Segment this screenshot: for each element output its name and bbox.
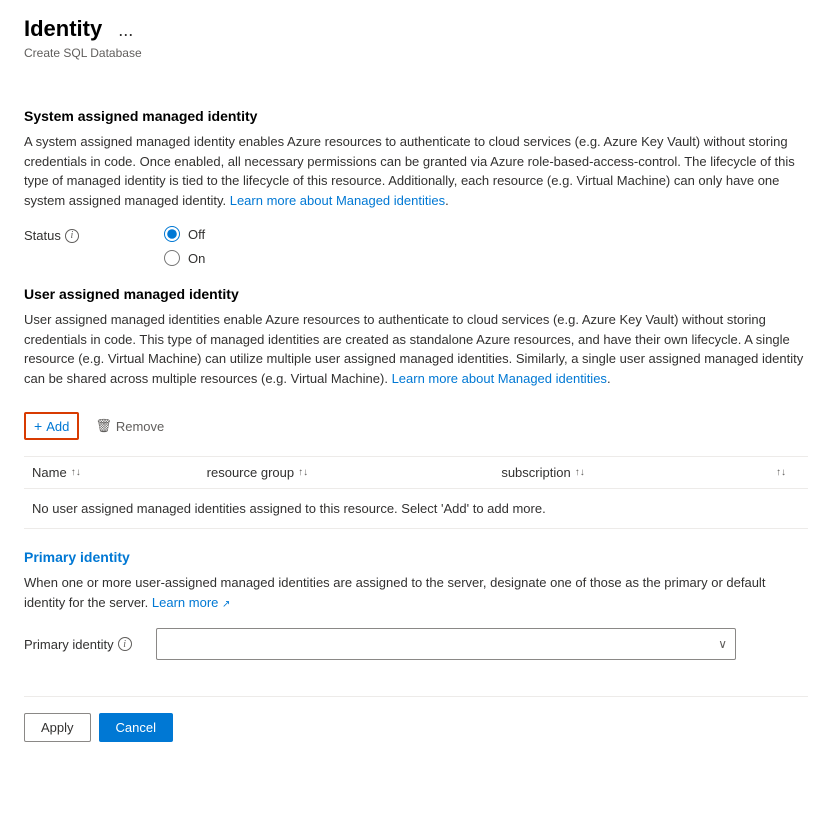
user-assigned-description: User assigned managed identities enable … xyxy=(24,310,808,388)
user-assigned-table: Name ↑↓ resource group ↑↓ subscription ↑… xyxy=(24,456,808,529)
remove-button[interactable]: 🗑 Remove xyxy=(87,414,172,438)
table-empty-message: No user assigned managed identities assi… xyxy=(24,489,808,528)
action-bar: + Add 🗑 Remove xyxy=(24,404,808,448)
page-subtitle: Create SQL Database xyxy=(24,46,808,60)
table-header-name[interactable]: Name ↑↓ xyxy=(24,465,199,480)
table-header-name-label: Name xyxy=(32,465,67,480)
radio-on-option[interactable]: On xyxy=(164,250,205,266)
add-button[interactable]: + Add xyxy=(24,412,79,440)
primary-identity-info-icon[interactable]: i xyxy=(118,637,132,651)
table-header-sub-label: subscription xyxy=(501,465,570,480)
page-title: Identity xyxy=(24,16,102,42)
user-assigned-learn-more-link[interactable]: Learn more about Managed identities xyxy=(392,371,607,386)
primary-identity-title: Primary identity xyxy=(24,549,808,565)
sort-sub-icon: ↑↓ xyxy=(575,467,585,478)
system-assigned-description: A system assigned managed identity enabl… xyxy=(24,132,808,210)
add-icon: + xyxy=(34,418,42,434)
primary-identity-section: Primary identity When one or more user-a… xyxy=(24,549,808,660)
system-assigned-learn-more-link[interactable]: Learn more about Managed identities xyxy=(230,193,445,208)
system-assigned-section: System assigned managed identity A syste… xyxy=(24,108,808,266)
footer-divider xyxy=(24,696,808,697)
add-label: Add xyxy=(46,419,69,434)
cancel-button[interactable]: Cancel xyxy=(99,713,173,742)
primary-identity-dropdown[interactable]: ∨ xyxy=(156,628,736,660)
remove-icon: 🗑 xyxy=(95,418,112,434)
table-header-sub[interactable]: subscription ↑↓ xyxy=(493,465,768,480)
user-assigned-title: User assigned managed identity xyxy=(24,286,808,302)
external-link-icon: ↗ xyxy=(222,599,230,610)
radio-off-input[interactable] xyxy=(164,226,180,242)
table-header-extra: ↑↓ xyxy=(768,465,808,480)
primary-identity-label: Primary identity i xyxy=(24,637,144,652)
system-assigned-title: System assigned managed identity xyxy=(24,108,808,124)
apply-button[interactable]: Apply xyxy=(24,713,91,742)
status-radio-group: Off On xyxy=(164,226,205,266)
status-info-icon[interactable]: i xyxy=(65,229,79,243)
radio-on-input[interactable] xyxy=(164,250,180,266)
user-assigned-section: User assigned managed identity User assi… xyxy=(24,286,808,529)
radio-on-label: On xyxy=(188,251,205,266)
table-header-rg[interactable]: resource group ↑↓ xyxy=(199,465,494,480)
sort-rg-icon: ↑↓ xyxy=(298,467,308,478)
radio-off-option[interactable]: Off xyxy=(164,226,205,242)
sort-name-icon: ↑↓ xyxy=(71,467,81,478)
more-options-button[interactable]: ... xyxy=(118,20,133,41)
primary-identity-description: When one or more user-assigned managed i… xyxy=(24,573,808,612)
chevron-down-icon: ∨ xyxy=(718,637,727,651)
remove-label: Remove xyxy=(116,419,164,434)
radio-off-label: Off xyxy=(188,227,205,242)
status-label-text: Status xyxy=(24,228,61,243)
footer-actions: Apply Cancel xyxy=(24,713,808,742)
primary-identity-learn-more-link[interactable]: Learn more ↗ xyxy=(152,595,231,610)
primary-identity-row: Primary identity i ∨ xyxy=(24,628,808,660)
sort-extra-icon: ↑↓ xyxy=(776,467,786,478)
table-header-rg-label: resource group xyxy=(207,465,294,480)
table-header: Name ↑↓ resource group ↑↓ subscription ↑… xyxy=(24,457,808,489)
